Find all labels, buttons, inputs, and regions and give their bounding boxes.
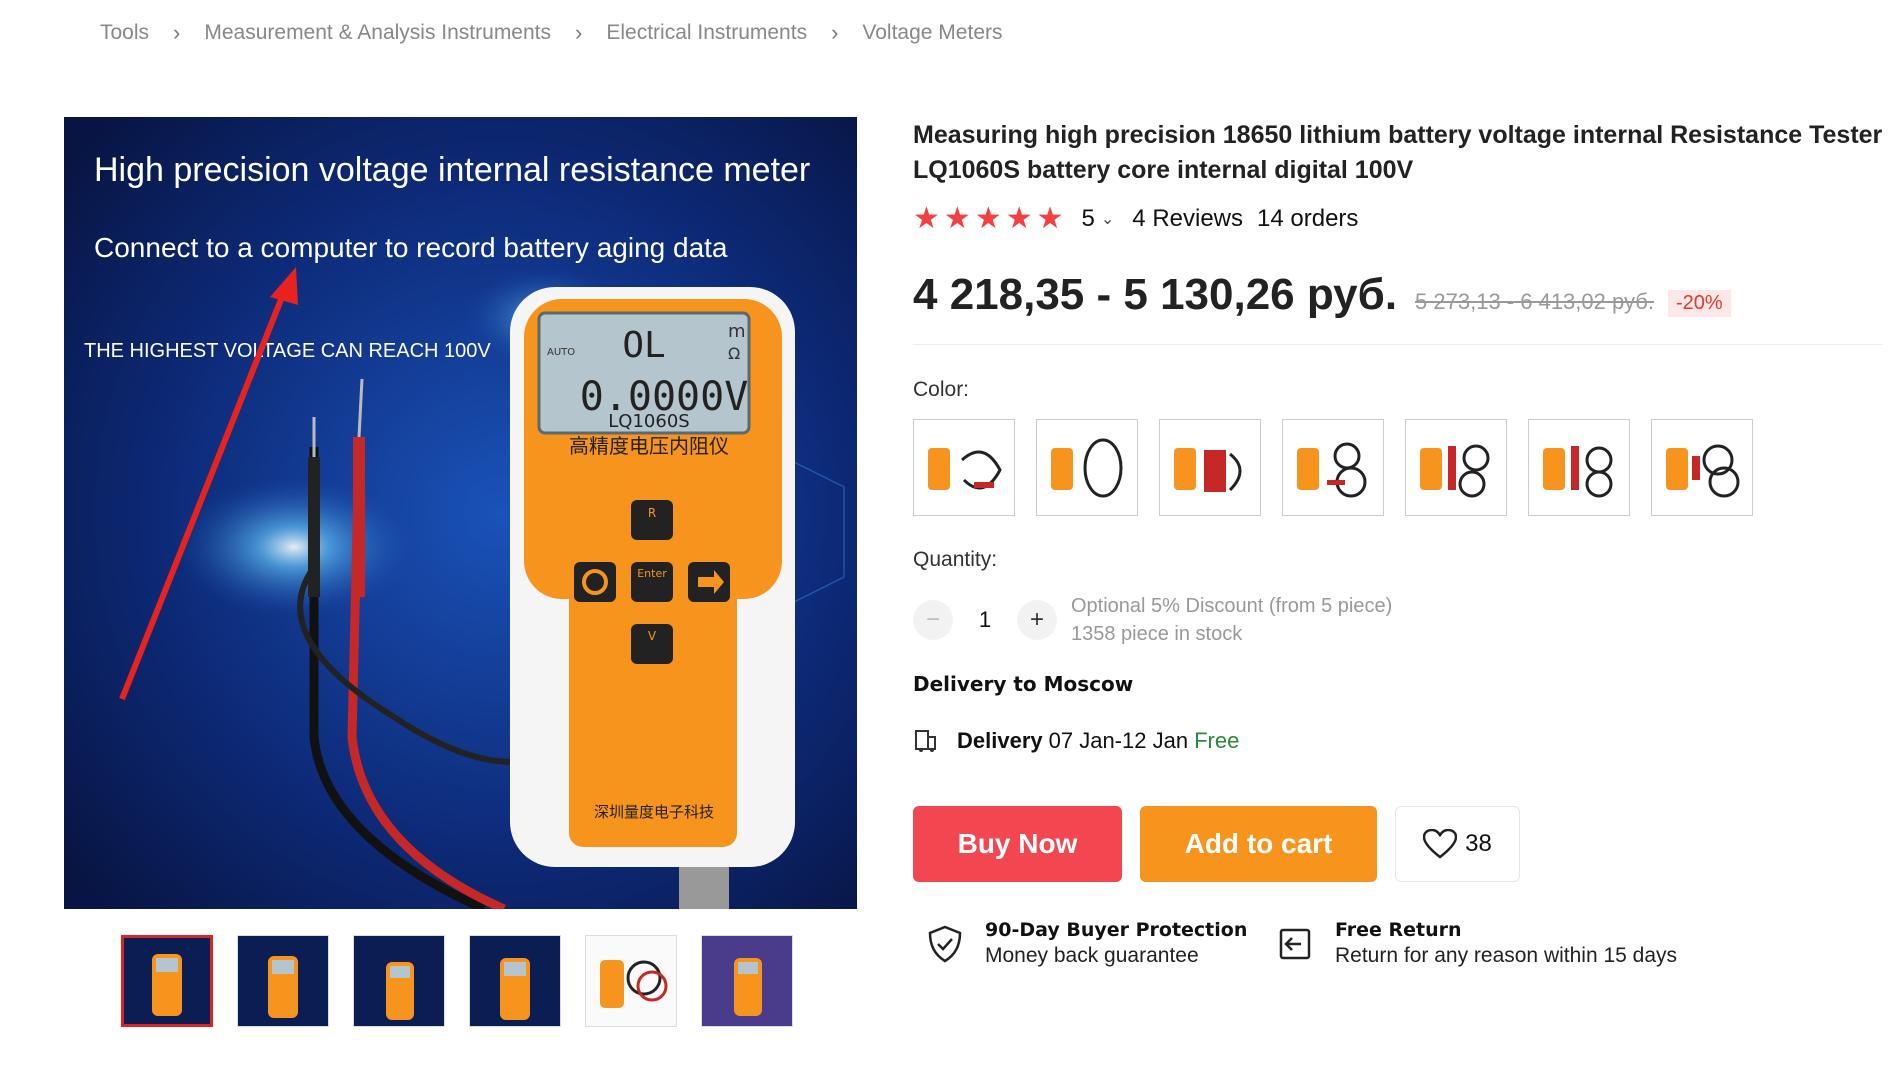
color-option-3[interactable] [1159, 419, 1261, 516]
thumbnail-3[interactable] [353, 935, 445, 1027]
delivery-label: Delivery [957, 728, 1043, 753]
orders-count: 14 orders [1257, 205, 1359, 232]
key-v: V [648, 629, 657, 643]
shield-check-icon [928, 925, 962, 963]
stock-count: 1358 piece in stock [1071, 623, 1243, 645]
delivery-price: Free [1194, 728, 1240, 753]
quantity-label: Quantity: [913, 548, 998, 571]
chevron-right-icon: › [575, 20, 583, 45]
star-icon: ★ [913, 202, 940, 235]
discount-badge: -20% [1667, 290, 1731, 317]
quantity-decrease-button[interactable]: − [913, 600, 953, 640]
breadcrumb-voltage-meters[interactable]: Voltage Meters [862, 21, 1002, 45]
color-option-4[interactable] [1282, 419, 1384, 516]
delivery-dates: 07 Jan-12 Jan [1048, 728, 1189, 753]
color-option-7[interactable] [1651, 419, 1753, 516]
delivery-destination[interactable]: Delivery to Moscow [913, 672, 1133, 696]
rating-value[interactable]: 5 [1082, 205, 1095, 233]
device-name: 高精度电压内阻仪 [569, 434, 729, 458]
add-to-cart-button[interactable]: Add to cart [1140, 806, 1377, 882]
color-label: Color: [913, 378, 970, 401]
color-option-1[interactable] [913, 419, 1015, 516]
chevron-right-icon: › [831, 20, 839, 45]
delivery-row: Delivery 07 Jan-12 Jan Free [913, 728, 1239, 754]
star-icon: ★ [974, 202, 1002, 235]
main-product-image[interactable]: High precision voltage internal resistan… [64, 117, 857, 909]
quantity-discount-note: Optional 5% Discount (from 5 piece) [1071, 595, 1393, 617]
display-top: OL [622, 325, 665, 366]
buyer-protection[interactable]: 90-Day Buyer Protection Money back guara… [925, 918, 1247, 968]
thumbnail-2[interactable] [237, 935, 329, 1027]
divider [913, 344, 1883, 345]
buy-now-button[interactable]: Buy Now [913, 806, 1122, 882]
free-return-title: Free Return [1335, 919, 1462, 941]
chevron-right-icon: › [173, 20, 181, 45]
breadcrumb-electrical[interactable]: Electrical Instruments [606, 21, 807, 45]
free-return-sub: Return for any reason within 15 days [1335, 944, 1678, 967]
image-note: THE HIGHEST VOLTAGE CAN REACH 100V [84, 340, 491, 362]
star-icon: ★ [1036, 202, 1064, 235]
color-swatches [913, 419, 1774, 516]
quantity-increase-button[interactable]: + [1017, 600, 1057, 640]
image-headline: High precision voltage internal resistan… [94, 151, 810, 189]
thumbnail-6[interactable] [701, 935, 793, 1027]
star-icon: ★ [1005, 202, 1033, 235]
current-price: 4 218,35 - 5 130,26 руб. [913, 270, 1398, 319]
display-unit-m: m [728, 321, 746, 342]
price-row: 4 218,35 - 5 130,26 руб. 5 273,13 - 6 41… [913, 270, 1731, 320]
image-subline: Connect to a computer to record battery … [94, 232, 728, 263]
buyer-protection-sub: Money back guarantee [985, 944, 1199, 967]
return-icon [1279, 928, 1311, 960]
thumbnail-4[interactable] [469, 935, 561, 1027]
free-return[interactable]: Free Return Return for any reason within… [1275, 918, 1677, 968]
product-title: Measuring high precision 18650 lithium b… [913, 121, 1883, 184]
breadcrumb-tools[interactable]: Tools [100, 21, 149, 45]
key-r: R [648, 506, 656, 520]
color-option-6[interactable] [1528, 419, 1630, 516]
color-option-5[interactable] [1405, 419, 1507, 516]
breadcrumb: Tools › Measurement & Analysis Instrumen… [100, 18, 1003, 48]
rating-row: ★ ★ ★ ★ ★ 5 ⌄ 4 Reviews 14 orders [913, 204, 1358, 234]
quantity-info: Optional 5% Discount (from 5 piece) 1358… [1071, 592, 1392, 648]
display-auto: AUTO [547, 347, 575, 358]
wishlist-count: 38 [1465, 830, 1492, 857]
star-icon: ★ [943, 202, 971, 235]
device-maker: 深圳量度电子科技 [594, 803, 714, 821]
rating-stars: ★ ★ ★ ★ ★ [913, 204, 1068, 234]
thumbnail-5[interactable] [585, 935, 677, 1027]
thumbnail-strip [121, 935, 817, 1027]
buyer-protection-title: 90-Day Buyer Protection [985, 919, 1248, 941]
delivery-icon [915, 730, 936, 752]
heart-icon [1423, 829, 1458, 859]
quantity-value[interactable]: 1 [965, 607, 1005, 633]
color-option-2[interactable] [1036, 419, 1138, 516]
key-enter: Enter [637, 567, 667, 580]
reviews-link[interactable]: 4 Reviews [1132, 205, 1243, 233]
quantity-stepper: − 1 + Optional 5% Discount (from 5 piece… [913, 592, 1392, 648]
old-price: 5 273,13 - 6 413,02 руб. [1415, 289, 1654, 314]
device-model: LQ1060S [608, 411, 689, 432]
display-unit-ohm: Ω [728, 344, 740, 363]
breadcrumb-measurement[interactable]: Measurement & Analysis Instruments [204, 21, 551, 45]
chevron-down-icon[interactable]: ⌄ [1101, 209, 1114, 229]
thumbnail-1[interactable] [121, 935, 213, 1027]
wishlist-button[interactable]: 38 [1395, 806, 1520, 882]
